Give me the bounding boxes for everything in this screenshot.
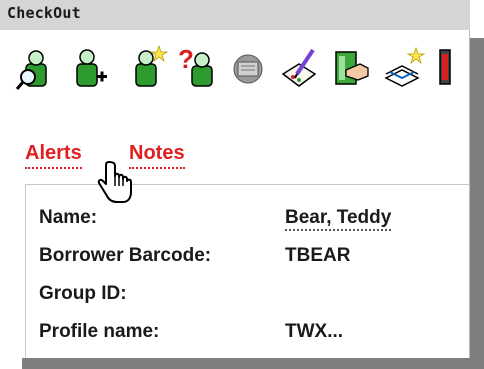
patron-query-button[interactable]: ? — [176, 44, 220, 94]
hand-pointer-cursor-icon — [95, 160, 135, 208]
name-link[interactable]: Bear, Teddy — [285, 207, 392, 231]
check-in-button[interactable] — [330, 44, 374, 94]
patron-query-icon: ? — [178, 44, 213, 87]
patron-details-panel: Name: Bear, Teddy Borrower Barcode: TBEA… — [25, 184, 470, 358]
exit-button[interactable] — [434, 44, 470, 94]
add-patron-icon — [76, 49, 107, 87]
check-in-icon — [335, 51, 369, 85]
find-patron-icon — [15, 50, 47, 90]
group-id-label: Group ID: — [39, 283, 127, 304]
book-sparkle-button[interactable] — [382, 44, 426, 94]
toolbar: ? — [14, 44, 470, 94]
tab-alerts[interactable]: Alerts — [25, 142, 82, 169]
profile-name-label: Profile name: — [39, 321, 160, 342]
new-patron-icon — [135, 44, 169, 87]
book-sparkle-icon — [384, 46, 426, 87]
profile-name-value: TWX... — [285, 321, 344, 342]
edit-notes-button[interactable] — [279, 44, 323, 94]
window-title: CheckOut — [7, 4, 81, 22]
exit-door-icon — [439, 49, 451, 85]
add-patron-button[interactable] — [71, 44, 115, 94]
checkout-window: CheckOut ? Alerts Notes Name: Bear, Tedd… — [0, 0, 470, 358]
find-patron-button[interactable] — [14, 44, 58, 94]
library-card-button[interactable] — [228, 44, 272, 94]
title-bar: CheckOut — [0, 0, 470, 30]
name-value[interactable]: Bear, Teddy — [285, 207, 392, 231]
tab-notes[interactable]: Notes — [129, 142, 185, 169]
edit-notes-icon — [281, 48, 317, 87]
new-patron-button[interactable] — [126, 44, 170, 94]
barcode-value: TBEAR — [285, 245, 351, 266]
barcode-label: Borrower Barcode: — [39, 245, 212, 266]
library-card-icon — [233, 54, 263, 84]
name-label: Name: — [39, 207, 98, 228]
